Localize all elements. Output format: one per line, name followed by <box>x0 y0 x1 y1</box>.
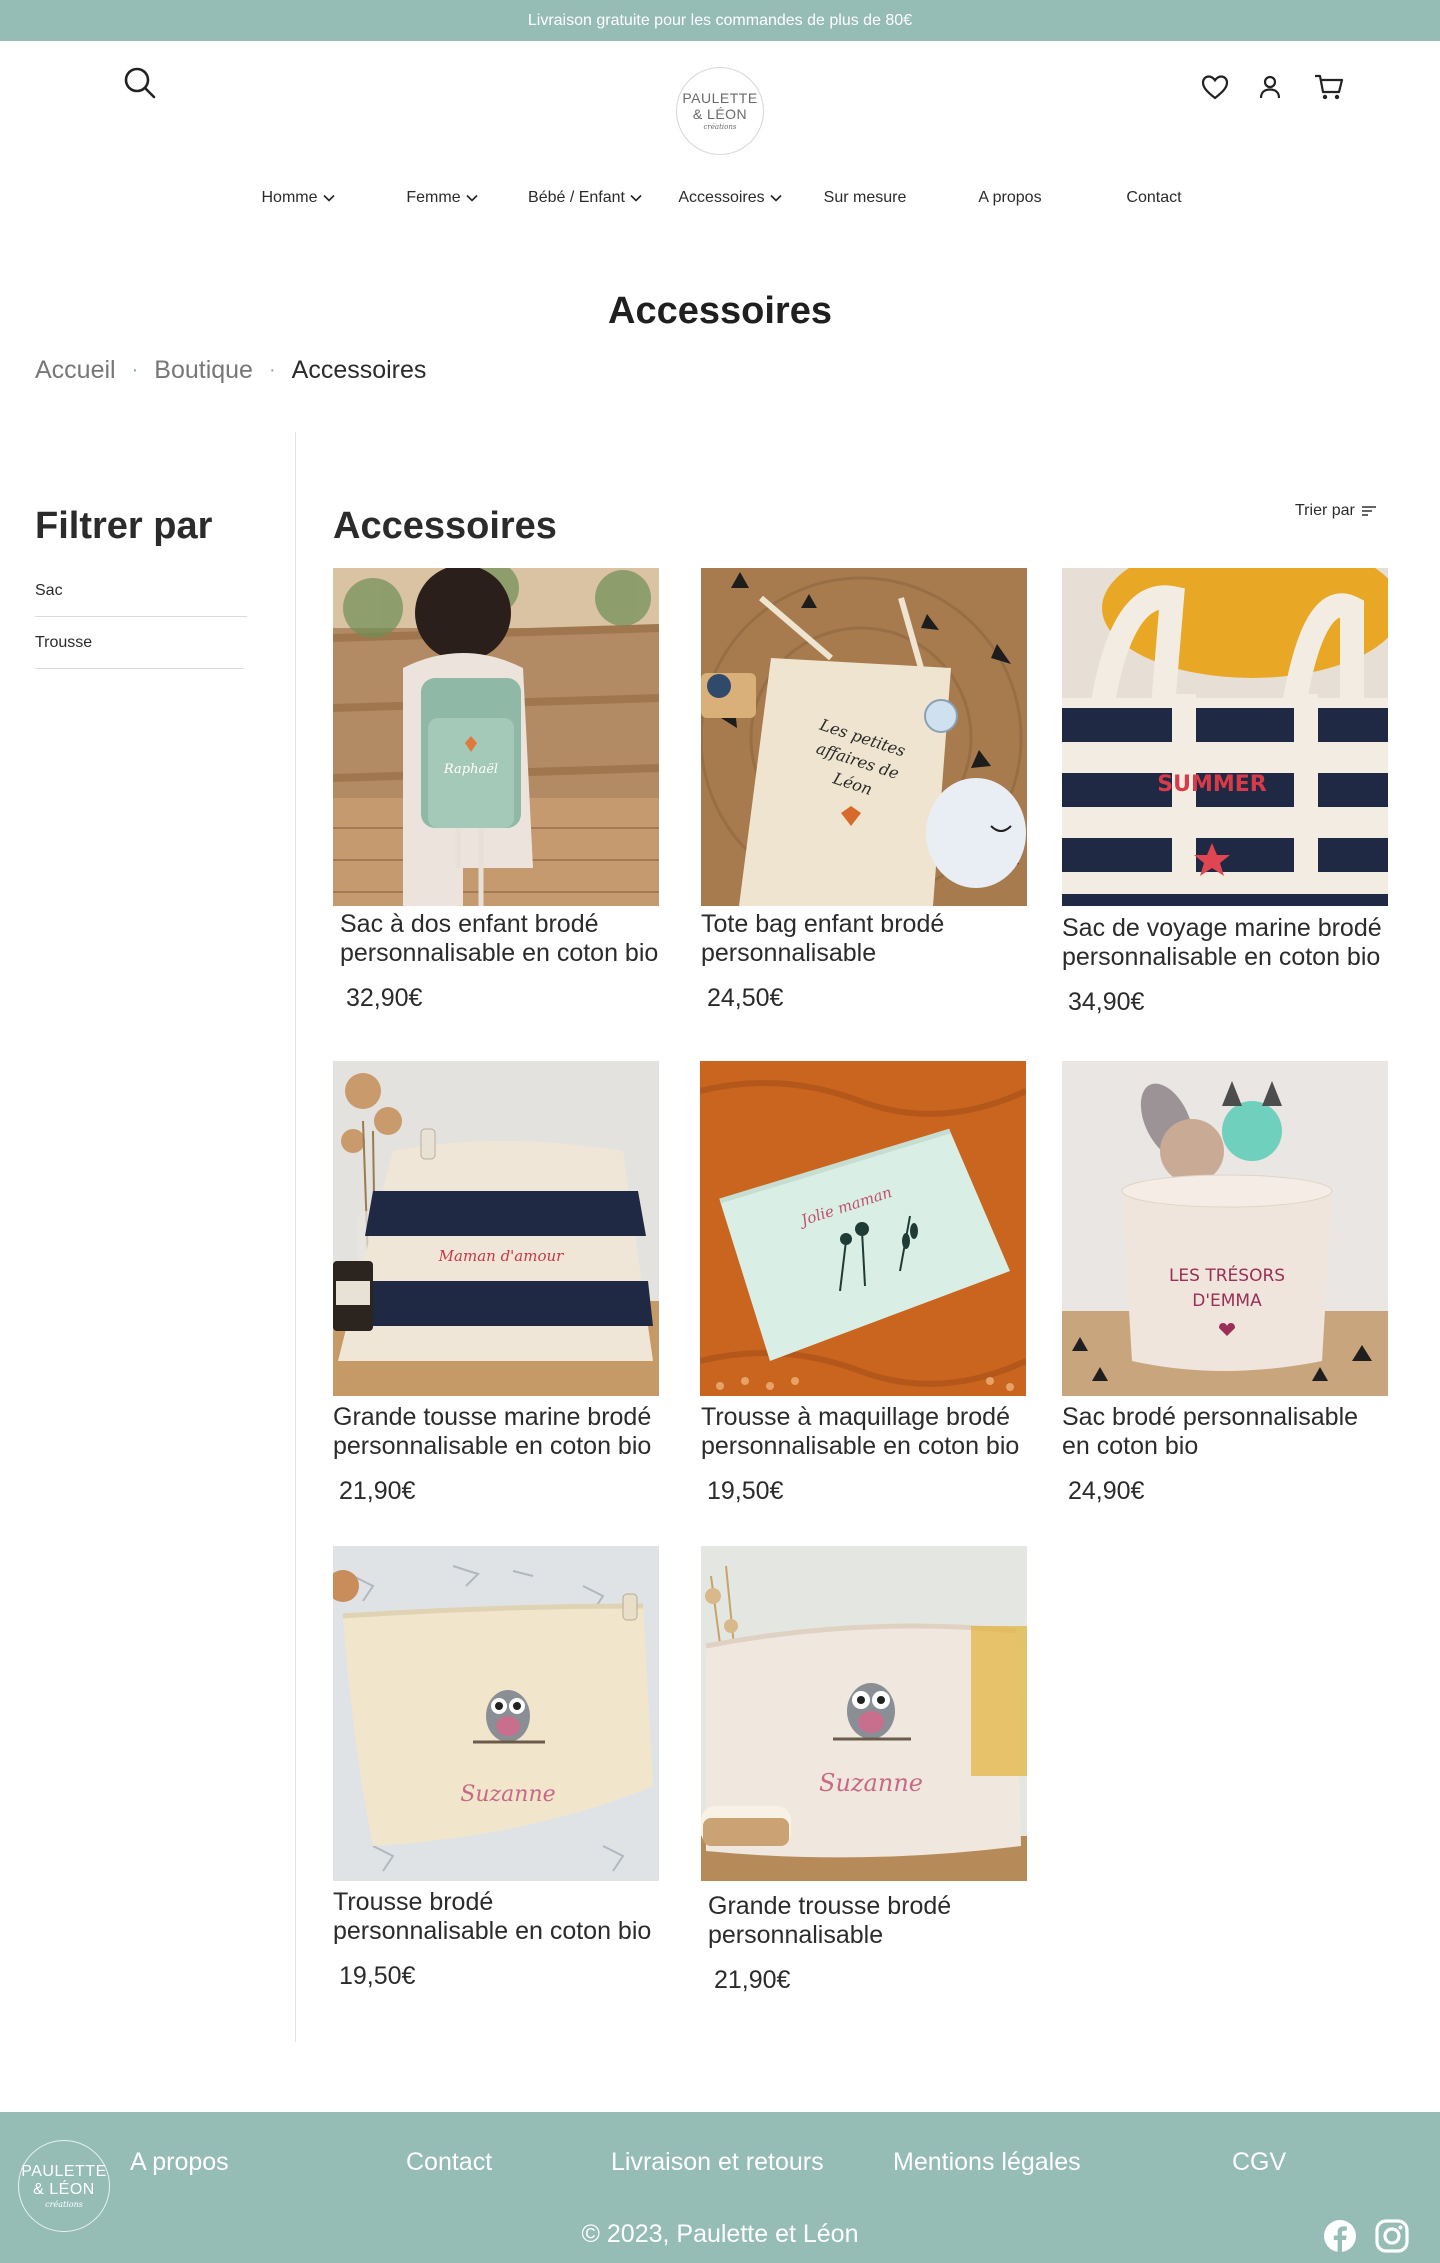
product-image[interactable]: Raphaël <box>333 568 659 906</box>
product-name[interactable]: Sac brodé personnalisable en coton bio <box>1062 1403 1392 1461</box>
nav-item-a-propos[interactable]: A propos <box>962 180 1058 216</box>
breadcrumb-separator: · <box>268 359 276 381</box>
footer-link-livraison[interactable]: Livraison et retours <box>611 2148 824 2177</box>
product-image[interactable]: Jolie maman <box>700 1061 1026 1396</box>
svg-text:Suzanne: Suzanne <box>819 1769 923 1797</box>
filter-title: Filtrer par <box>35 505 213 547</box>
filter-item-sac[interactable]: Sac <box>35 565 247 617</box>
filter-label: Sac <box>35 581 63 599</box>
svg-text:SUMMER: SUMMER <box>1157 772 1267 797</box>
sort-button[interactable]: Trier par <box>1295 498 1377 524</box>
announcement-text: Livraison gratuite pour les commandes de… <box>527 11 913 29</box>
nav-item-femme[interactable]: Femme <box>398 180 486 216</box>
breadcrumb-separator: · <box>131 359 139 381</box>
product-price: 24,90€ <box>1068 1477 1145 1505</box>
logo-line-3: créations <box>703 123 737 131</box>
product-image[interactable]: SUMMER <box>1062 568 1388 906</box>
filter-label: Trousse <box>35 633 93 651</box>
svg-text:Raphaël: Raphaël <box>443 762 498 777</box>
main-nav: Homme Femme Bébé / Enfant Accessoires Su… <box>0 180 1440 216</box>
product-price: 34,90€ <box>1068 988 1145 1016</box>
logo-line-1: PAULETTE <box>682 90 758 106</box>
facebook-link[interactable] <box>1322 2218 1358 2254</box>
footer-link-contact[interactable]: Contact <box>406 2148 492 2177</box>
site-header: PAULETTE & LÉON créations <box>0 41 1440 166</box>
product-price: 19,50€ <box>339 1962 416 1990</box>
svg-text:LES TRÉSORS: LES TRÉSORS <box>1169 1264 1285 1286</box>
footer-link-cgv[interactable]: CGV <box>1232 2148 1286 2177</box>
catalog-title: Accessoires <box>333 505 557 547</box>
nav-item-bebe-enfant[interactable]: Bébé / Enfant <box>518 180 652 216</box>
product-name[interactable]: Grande trousse brodé personnalisable <box>708 1892 1031 1950</box>
nav-label: Femme <box>406 189 461 206</box>
account-button[interactable] <box>1252 69 1288 105</box>
sort-icon <box>1361 506 1376 516</box>
product-price: 21,90€ <box>714 1966 791 1994</box>
site-logo[interactable]: PAULETTE & LÉON créations <box>676 67 764 155</box>
product-name[interactable]: Trousse à maquillage brodé personnalisab… <box>701 1403 1030 1461</box>
product-price: 19,50€ <box>707 1477 784 1505</box>
nav-item-sur-mesure[interactable]: Sur mesure <box>812 180 918 216</box>
nav-label: Accessoires <box>678 189 765 206</box>
svg-text:Suzanne: Suzanne <box>460 1782 555 1807</box>
product-price: 21,90€ <box>339 1477 416 1505</box>
product-image[interactable]: Suzanne <box>701 1546 1027 1881</box>
nav-label: A propos <box>978 189 1042 206</box>
product-name[interactable]: Sac à dos enfant brodé personnalisable e… <box>340 910 663 968</box>
breadcrumb-current: Accessoires <box>291 356 427 384</box>
instagram-link[interactable] <box>1374 2218 1410 2254</box>
logo-line-3: créations <box>45 2199 83 2209</box>
nav-item-contact[interactable]: Contact <box>1112 180 1196 216</box>
instagram-icon <box>1375 2219 1409 2253</box>
svg-text:D'EMMA: D'EMMA <box>1192 1291 1262 1311</box>
product-name[interactable]: Trousse brodé personnalisable en coton b… <box>333 1888 663 1946</box>
product-name[interactable]: Grande tousse marine brodé personnalisab… <box>333 1403 663 1461</box>
logo-line-2: & LÉON <box>33 2180 95 2198</box>
product-price: 32,90€ <box>346 984 423 1012</box>
nav-label: Bébé / Enfant <box>528 189 625 206</box>
site-footer: PAULETTE & LÉON créations A propos Conta… <box>0 2112 1440 2263</box>
breadcrumb-shop[interactable]: Boutique <box>154 356 253 385</box>
account-icon <box>1259 75 1281 99</box>
nav-item-homme[interactable]: Homme <box>248 180 348 216</box>
logo-line-1: PAULETTE <box>21 2162 107 2180</box>
product-name[interactable]: Tote bag enfant brodé personnalisable <box>701 910 1031 968</box>
footer-logo[interactable]: PAULETTE & LÉON créations <box>18 2140 110 2232</box>
facebook-icon <box>1324 2220 1356 2253</box>
product-image[interactable]: Suzanne <box>333 1546 659 1881</box>
heart-icon <box>1201 75 1229 100</box>
breadcrumb-home[interactable]: Accueil <box>35 356 116 385</box>
copyright: © 2023, Paulette et Léon <box>581 2220 859 2248</box>
nav-label: Homme <box>261 189 318 206</box>
search-icon <box>124 67 156 99</box>
page-title: Accessoires <box>608 290 832 332</box>
product-image[interactable]: Les petites affaires de Léon <box>701 568 1027 906</box>
chevron-down-icon <box>466 194 478 202</box>
chevron-down-icon <box>322 194 335 202</box>
sort-label: Trier par <box>1295 502 1355 519</box>
product-image[interactable]: Maman d'amour <box>333 1061 659 1396</box>
announcement-bar: Livraison gratuite pour les commandes de… <box>0 0 1440 41</box>
search-button[interactable] <box>120 63 160 103</box>
nav-label: Sur mesure <box>823 189 907 206</box>
product-name[interactable]: Sac de voyage marine brodé personnalisab… <box>1062 914 1392 972</box>
chevron-down-icon <box>770 194 782 202</box>
wishlist-button[interactable] <box>1197 69 1233 105</box>
filter-item-trousse[interactable]: Trousse <box>35 617 244 669</box>
nav-item-accessoires[interactable]: Accessoires <box>668 180 792 216</box>
svg-text:Maman d'amour: Maman d'amour <box>438 1247 564 1265</box>
footer-link-mentions[interactable]: Mentions légales <box>893 2148 1081 2177</box>
product-image[interactable]: LES TRÉSORS D'EMMA <box>1062 1061 1388 1396</box>
nav-label: Contact <box>1126 189 1182 206</box>
cart-icon <box>1315 74 1344 100</box>
product-price: 24,50€ <box>707 984 784 1012</box>
footer-link-a-propos[interactable]: A propos <box>130 2148 229 2177</box>
sidebar-divider <box>295 432 296 2042</box>
breadcrumb: Accueil · Boutique · Accessoires <box>35 356 426 385</box>
logo-line-2: & LÉON <box>692 106 748 122</box>
chevron-down-icon <box>630 194 642 202</box>
cart-button[interactable] <box>1311 69 1347 105</box>
